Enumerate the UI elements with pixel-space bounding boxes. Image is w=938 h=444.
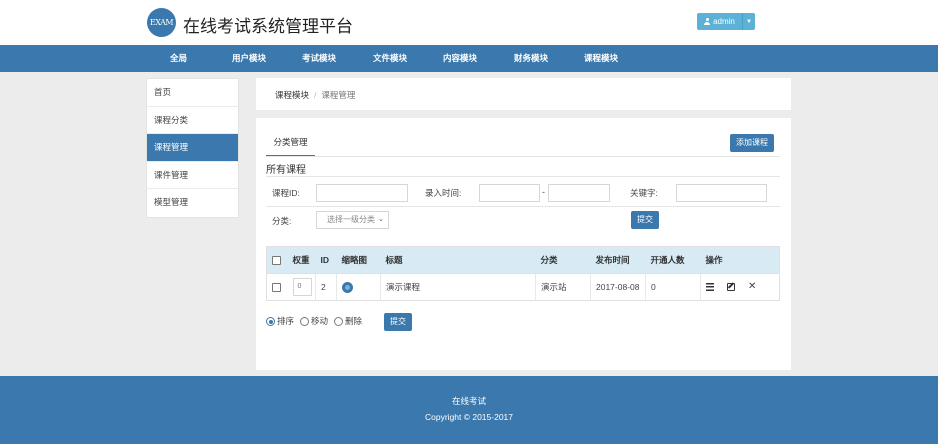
select-all-checkbox[interactable] <box>272 256 281 266</box>
row-category: 演示站 <box>535 273 591 301</box>
header-title: 标题 <box>380 246 536 274</box>
breadcrumb: 课程模块 / 课程管理 <box>275 89 355 101</box>
header-actions: 操作 <box>700 246 780 274</box>
header-count: 开通人数 <box>645 246 701 274</box>
section-title: 所有课程 <box>266 165 306 176</box>
admin-dropdown-button[interactable]: admin ▼ <box>697 13 755 30</box>
row-date: 2017-08-08 <box>590 273 646 301</box>
nav-item-user[interactable]: 用户模块 <box>232 45 266 72</box>
thumbnail-image <box>342 281 353 293</box>
nav-item-global[interactable]: 全局 <box>170 45 187 72</box>
sidebar-item-home[interactable]: 首页 <box>147 79 238 107</box>
footer-title: 在线考试 <box>451 396 486 406</box>
radio-delete-control[interactable] <box>334 317 344 327</box>
category-label: 分类: <box>272 216 292 226</box>
nav-item-content[interactable]: 内容模块 <box>443 45 477 72</box>
row-id: 2 <box>315 273 337 301</box>
course-id-input[interactable] <box>316 184 408 202</box>
sidebar-item-course-category[interactable]: 课程分类 <box>147 107 238 134</box>
keyword-label: 关键字: <box>630 188 658 198</box>
divider <box>266 176 780 177</box>
radio-sort[interactable]: 排序 <box>266 315 294 327</box>
nav-item-finance[interactable]: 财务模块 <box>514 45 548 72</box>
list-icon[interactable] <box>706 283 714 291</box>
row-title: 演示课程 <box>380 273 536 301</box>
radio-delete[interactable]: 删除 <box>334 315 362 327</box>
time-to-input[interactable] <box>548 184 610 202</box>
close-icon[interactable]: ✕ <box>748 282 756 292</box>
exam-logo[interactable]: EXAM <box>147 8 176 37</box>
sidebar-item-course-manage[interactable]: 课程管理 <box>147 134 238 162</box>
table-row: 0 2 演示课程 演示站 2017-08-08 0 ✕ <box>267 273 780 301</box>
tab-category-manage[interactable]: 分类管理 <box>266 132 315 157</box>
category-select[interactable]: 选择一级分类 ⌄ <box>316 211 389 229</box>
time-from-input[interactable] <box>479 184 540 202</box>
admin-label: admin <box>713 17 735 26</box>
header-date: 发布时间 <box>590 246 646 274</box>
main-panel: 分类管理 添加课程 所有课程 课程ID: 录入时间: - 关键字: 分类: 选择… <box>256 118 791 370</box>
header-category: 分类 <box>535 246 591 274</box>
sidebar: 首页 课程分类 课程管理 课件管理 模型管理 <box>146 78 239 218</box>
breadcrumb-panel: 课程模块 / 课程管理 <box>256 78 791 110</box>
radio-move[interactable]: 移动 <box>300 315 328 327</box>
user-icon <box>704 18 711 25</box>
weight-input[interactable]: 0 <box>292 278 312 296</box>
sidebar-item-courseware[interactable]: 课件管理 <box>147 162 238 189</box>
add-course-button[interactable]: 添加课程 <box>730 134 774 152</box>
breadcrumb-current: 课程管理 <box>321 90 356 100</box>
category-select-value: 选择一级分类 <box>327 215 375 224</box>
breadcrumb-parent[interactable]: 课程模块 <box>275 90 309 100</box>
edit-icon[interactable] <box>727 283 735 291</box>
caret-down-icon: ▼ <box>742 13 755 30</box>
filter-submit-button[interactable]: 提交 <box>631 211 659 229</box>
table-header-row: 权重 ID 缩略图 标题 分类 发布时间 开通人数 操作 <box>266 246 780 274</box>
row-checkbox[interactable] <box>272 283 281 293</box>
nav-item-file[interactable]: 文件模块 <box>373 45 407 72</box>
course-table: 权重 ID 缩略图 标题 分类 发布时间 开通人数 操作 0 2 演示课程 演示… <box>266 246 780 301</box>
bulk-submit-button[interactable]: 提交 <box>384 313 412 331</box>
copyright-text: Copyright © 2015-2017 <box>424 412 513 422</box>
chevron-down-icon: ⌄ <box>378 216 384 223</box>
time-label: 录入时间: <box>425 188 462 198</box>
keyword-input[interactable] <box>676 184 767 202</box>
tab-divider <box>266 156 780 157</box>
header-weight: 权重 <box>287 246 316 274</box>
header-id: ID <box>315 246 337 274</box>
sidebar-item-model[interactable]: 模型管理 <box>147 189 238 217</box>
time-dash: - <box>542 187 545 197</box>
site-title: 在线考试系统管理平台 <box>183 17 353 36</box>
nav-item-exam[interactable]: 考试模块 <box>302 45 336 72</box>
breadcrumb-separator: / <box>314 90 317 100</box>
header: EXAM 在线考试系统管理平台 admin ▼ <box>0 0 938 45</box>
header-thumbnail: 缩略图 <box>336 246 381 274</box>
radio-sort-control[interactable] <box>266 317 275 327</box>
radio-move-control[interactable] <box>300 317 310 327</box>
row-count: 0 <box>645 273 701 301</box>
divider <box>266 206 780 207</box>
nav-item-course[interactable]: 课程模块 <box>584 45 618 72</box>
footer: 在线考试 Copyright © 2015-2017 <box>0 376 938 444</box>
bulk-action-radios: 排序 移动 删除 <box>266 315 362 327</box>
top-nav: 全局 用户模块 考试模块 文件模块 内容模块 财务模块 课程模块 <box>0 45 938 72</box>
course-id-label: 课程ID: <box>272 188 300 198</box>
